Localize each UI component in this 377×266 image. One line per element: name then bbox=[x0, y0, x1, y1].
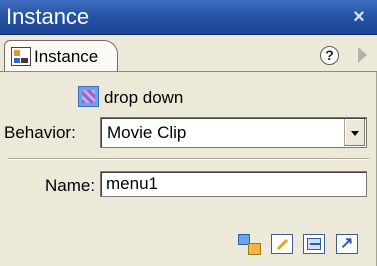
movie-clip-symbol-icon bbox=[78, 86, 99, 107]
tab-instance[interactable]: Instance bbox=[4, 40, 118, 71]
options-arrow-icon[interactable] bbox=[358, 47, 367, 63]
symbol-name: drop down bbox=[104, 88, 184, 107]
tab-strip: Instance ? bbox=[0, 35, 377, 72]
chevron-down-icon[interactable] bbox=[344, 119, 365, 146]
swap-symbol-icon[interactable] bbox=[238, 234, 261, 255]
go-to-symbol-icon[interactable] bbox=[336, 233, 358, 254]
title-bar[interactable]: Instance × bbox=[0, 0, 377, 35]
close-icon[interactable]: × bbox=[351, 7, 367, 27]
help-icon[interactable]: ? bbox=[320, 46, 339, 65]
instance-panel: Instance × Instance ? drop down Behavior… bbox=[0, 0, 377, 266]
window-title: Instance bbox=[6, 4, 90, 29]
behavior-dropdown[interactable]: Movie Clip bbox=[100, 117, 367, 148]
tab-label: Instance bbox=[34, 47, 99, 66]
edit-symbol-icon[interactable] bbox=[271, 234, 293, 254]
behavior-value: Movie Clip bbox=[107, 123, 187, 142]
name-label: Name: bbox=[45, 176, 96, 195]
duplicate-symbol-icon[interactable] bbox=[303, 234, 325, 254]
divider bbox=[8, 158, 369, 160]
instance-name-input[interactable] bbox=[100, 171, 367, 197]
behavior-label: Behavior: bbox=[4, 123, 76, 142]
instance-icon bbox=[11, 47, 31, 66]
